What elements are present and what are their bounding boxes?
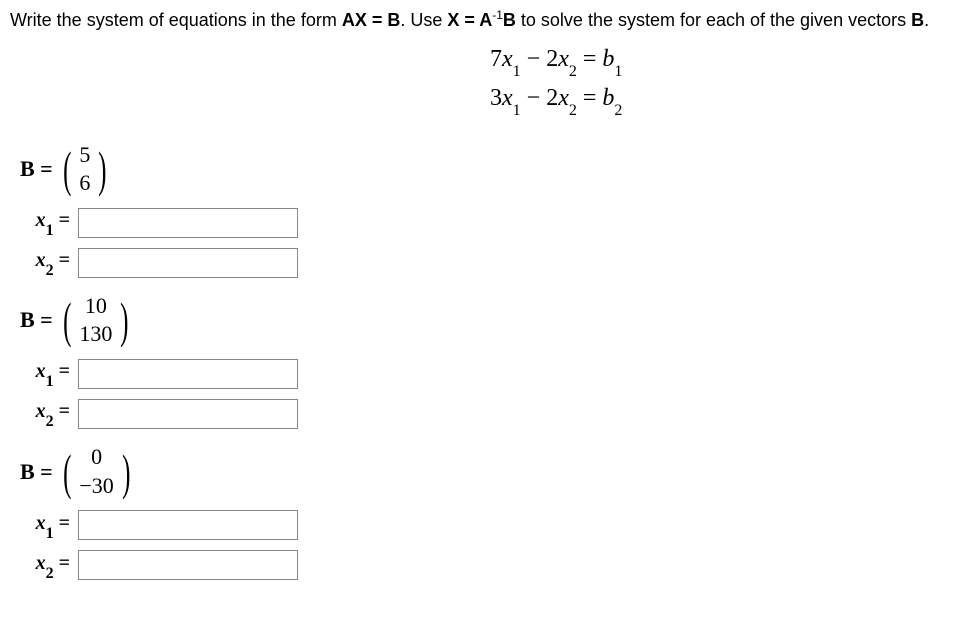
b-vector-3: B = ( 0 −30 ) <box>20 441 957 502</box>
problem-3: B = ( 0 −30 ) x1 = x2 = <box>20 441 957 580</box>
problem-2: B = ( 10 130 ) x1 = x2 = <box>20 290 957 429</box>
x2-label: x2 = <box>20 552 70 579</box>
x1-input-2[interactable] <box>78 359 298 389</box>
x1-input-1[interactable] <box>78 208 298 238</box>
x1-input-3[interactable] <box>78 510 298 540</box>
x2-label: x2 = <box>20 400 70 427</box>
x2-input-2[interactable] <box>78 399 298 429</box>
b-vector-2: B = ( 10 130 ) <box>20 290 957 351</box>
system-equations: 7x1 − 2x2 = b1 3x1 − 2x2 = b2 <box>490 41 957 119</box>
x1-label: x1 = <box>20 209 70 236</box>
x2-input-1[interactable] <box>78 248 298 278</box>
problem-1: B = ( 5 6 ) x1 = x2 = <box>20 139 957 278</box>
instruction-text: Write the system of equations in the for… <box>10 8 957 31</box>
x2-label: x2 = <box>20 249 70 276</box>
x1-label: x1 = <box>20 512 70 539</box>
x1-label: x1 = <box>20 360 70 387</box>
x2-input-3[interactable] <box>78 550 298 580</box>
b-vector-1: B = ( 5 6 ) <box>20 139 957 200</box>
